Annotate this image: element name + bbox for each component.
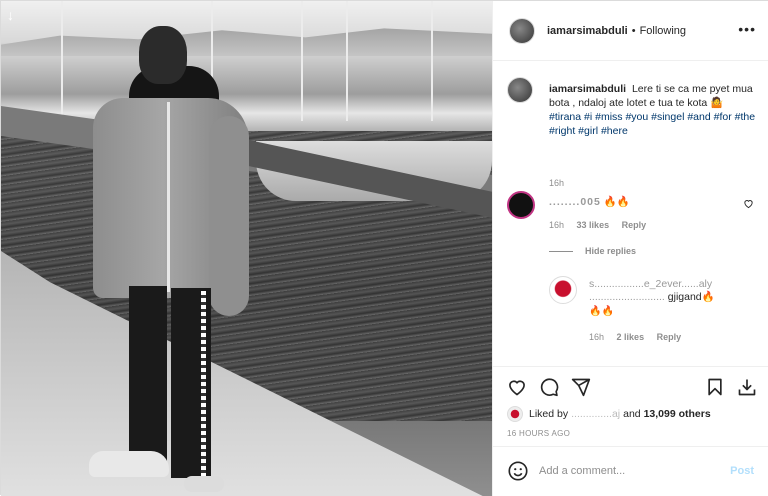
download-arrow-icon[interactable]: ↓ bbox=[7, 7, 14, 23]
comment-likes[interactable]: 33 likes bbox=[577, 220, 610, 230]
avatar[interactable] bbox=[549, 276, 577, 304]
reply-emoji: 🔥🔥 bbox=[589, 306, 614, 317]
post-button[interactable]: Post bbox=[730, 465, 754, 477]
comment-text: ........005 🔥🔥 bbox=[549, 195, 630, 208]
share-icon[interactable] bbox=[569, 375, 593, 399]
post-sidebar: iamarsimabduli • Following ••• iamarsima… bbox=[492, 1, 768, 496]
add-comment-bar: Post bbox=[493, 446, 768, 496]
comment-like-icon[interactable] bbox=[743, 198, 754, 212]
caption-body: iamarsimabduli Lere ti se ca me pyet mua… bbox=[549, 82, 759, 138]
avatar[interactable] bbox=[507, 191, 535, 219]
liked-by-user[interactable]: ..............aj bbox=[571, 408, 620, 420]
liked-by-others[interactable]: 13,099 others bbox=[644, 408, 711, 420]
comment-icon[interactable] bbox=[537, 375, 561, 399]
photo-mast bbox=[61, 1, 63, 121]
photo-mast bbox=[346, 1, 348, 121]
download-icon[interactable] bbox=[735, 375, 759, 399]
photo-mast bbox=[301, 1, 303, 121]
comment-body: 🔥🔥 bbox=[603, 196, 630, 208]
comment-input[interactable] bbox=[539, 461, 719, 481]
comment-time[interactable]: 16h bbox=[549, 220, 564, 230]
photo-person bbox=[89, 26, 259, 492]
hide-replies-line bbox=[549, 250, 573, 252]
comments-list[interactable]: iamarsimabduli Lere ti se ca me pyet mua… bbox=[493, 61, 768, 366]
reply-visible-text: gjigand🔥 bbox=[667, 291, 715, 303]
following-button[interactable]: Following bbox=[640, 25, 686, 37]
action-icons bbox=[505, 375, 760, 401]
reply-item: s.................e_2ever......aly .....… bbox=[549, 276, 764, 356]
post-timestamp[interactable]: 16 HOURS AGO bbox=[507, 429, 570, 438]
hide-replies-label[interactable]: Hide replies bbox=[585, 246, 636, 256]
liked-by: Liked by ..............aj and 13,099 oth… bbox=[507, 406, 711, 422]
reply-likes[interactable]: 2 likes bbox=[617, 332, 645, 342]
avatar[interactable] bbox=[507, 77, 533, 103]
comment-meta: 16h 33 likes Reply bbox=[549, 220, 656, 230]
reply-time[interactable]: 16h bbox=[589, 332, 604, 342]
reply-text: s.................e_2ever......aly .....… bbox=[589, 278, 764, 304]
liked-by-prefix: Liked by bbox=[529, 408, 569, 420]
heart-icon[interactable] bbox=[505, 375, 529, 399]
reply-meta: 16h 2 likes Reply bbox=[589, 332, 691, 342]
liked-by-and: and bbox=[623, 408, 641, 420]
hide-replies-button[interactable]: Hide replies bbox=[549, 246, 636, 256]
avatar[interactable] bbox=[507, 406, 523, 422]
header-separator: • bbox=[631, 24, 636, 37]
caption-hashtags[interactable]: #tirana #i #miss #you #singel #and #for … bbox=[549, 110, 759, 138]
reply-reply-button[interactable]: Reply bbox=[657, 332, 682, 342]
comment-reply-button[interactable]: Reply bbox=[622, 220, 647, 230]
comment-item: ........005 🔥🔥 16h 33 likes Reply bbox=[507, 191, 762, 231]
photo-mast bbox=[431, 1, 433, 121]
emoji-icon[interactable] bbox=[507, 460, 529, 482]
comment-username[interactable]: ........005 bbox=[549, 196, 601, 208]
avatar[interactable] bbox=[509, 17, 535, 44]
caption-time[interactable]: 16h bbox=[549, 178, 564, 188]
header-username[interactable]: iamarsimabduli bbox=[547, 25, 628, 37]
post-header: iamarsimabduli • Following ••• bbox=[493, 1, 768, 61]
post-modal: ↓ iamarsimabduli • Following ••• iamarsi… bbox=[0, 0, 768, 496]
caption-username[interactable]: iamarsimabduli bbox=[549, 83, 626, 95]
post-photo[interactable]: ↓ bbox=[1, 1, 492, 496]
bookmark-icon[interactable] bbox=[703, 375, 727, 399]
more-options-icon[interactable]: ••• bbox=[738, 21, 756, 37]
